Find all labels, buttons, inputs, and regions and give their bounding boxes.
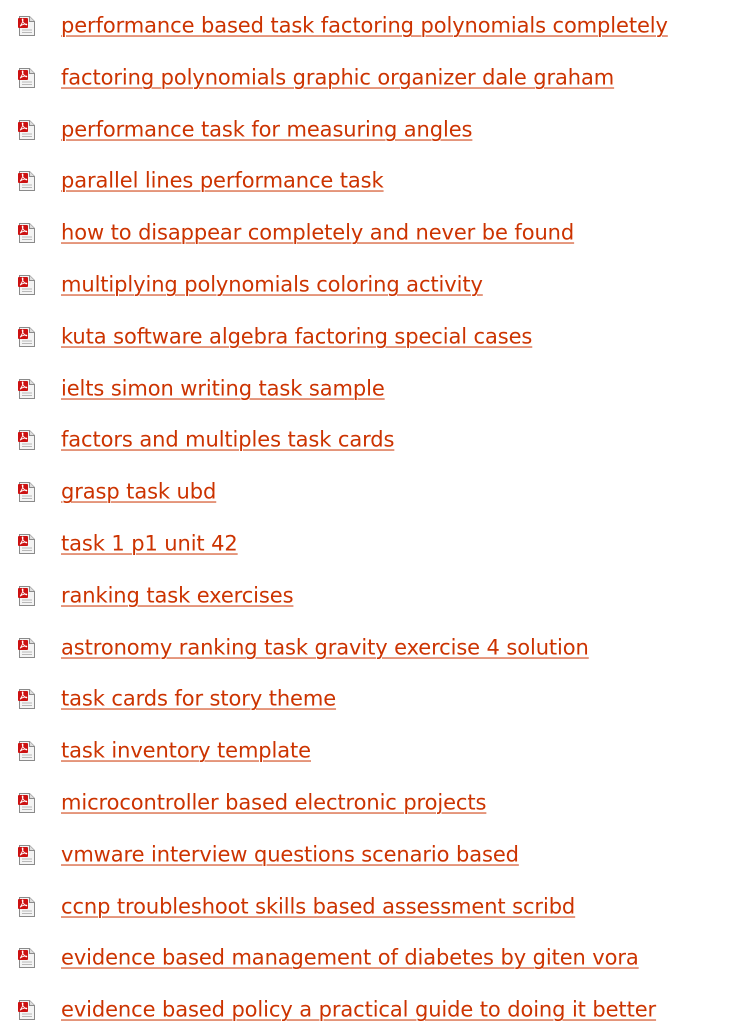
document-link[interactable]: ielts simon writing task sample (61, 376, 385, 400)
pdf-file-icon (18, 689, 35, 710)
pdf-file-icon (18, 741, 35, 762)
list-item: ranking task exercises (0, 576, 745, 616)
document-link[interactable]: vmware interview questions scenario base… (61, 842, 519, 866)
list-item: factors and multiples task cards (0, 420, 745, 460)
document-link[interactable]: multiplying polynomials coloring activit… (61, 273, 483, 297)
document-link[interactable]: ccnp troubleshoot skills based assessmen… (61, 894, 575, 918)
pdf-file-icon (18, 482, 35, 503)
document-link[interactable]: ranking task exercises (61, 583, 294, 607)
list-item: parallel lines performance task (0, 161, 745, 201)
list-item: evidence based management of diabetes by… (0, 938, 745, 978)
pdf-file-icon (18, 119, 35, 140)
pdf-file-icon (18, 793, 35, 813)
list-item: performance based task factoring polynom… (0, 6, 745, 46)
pdf-file-icon (18, 326, 35, 347)
pdf-file-icon (18, 67, 35, 88)
document-link[interactable]: grasp task ubd (61, 480, 216, 504)
pdf-file-icon (18, 896, 35, 917)
list-item: task cards for story theme (0, 679, 745, 719)
list-item: evidence based policy a practical guide … (0, 990, 745, 1030)
list-item: kuta software algebra factoring special … (0, 317, 745, 357)
list-item: grasp task ubd (0, 472, 745, 512)
document-link[interactable]: performance task for measuring angles (61, 117, 472, 141)
pdf-file-icon (18, 275, 35, 295)
list-item: vmware interview questions scenario base… (0, 835, 745, 875)
document-link[interactable]: performance based task factoring polynom… (61, 14, 668, 38)
document-link[interactable]: task 1 p1 unit 42 (61, 532, 238, 556)
pdf-file-icon (18, 534, 35, 554)
list-item: factoring polynomials graphic organizer … (0, 58, 745, 98)
document-link[interactable]: evidence based management of diabetes by… (61, 946, 639, 970)
list-item: ccnp troubleshoot skills based assessmen… (0, 887, 745, 927)
list-item: multiplying polynomials coloring activit… (0, 265, 745, 305)
document-link[interactable]: kuta software algebra factoring special … (61, 324, 532, 348)
list-item: astronomy ranking task gravity exercise … (0, 628, 745, 668)
pdf-file-icon (18, 378, 35, 399)
pdf-file-icon (18, 948, 35, 969)
list-item: ielts simon writing task sample (0, 369, 745, 409)
document-link[interactable]: parallel lines performance task (61, 169, 384, 193)
list-item: how to disappear completely and never be… (0, 213, 745, 253)
pdf-file-icon (18, 637, 35, 658)
pdf-file-icon (18, 844, 35, 865)
list-item: task 1 p1 unit 42 (0, 524, 745, 564)
document-link[interactable]: microcontroller based electronic project… (61, 791, 486, 815)
pdf-file-icon (18, 430, 35, 451)
document-link[interactable]: astronomy ranking task gravity exercise … (61, 635, 589, 659)
pdf-file-icon (18, 1000, 35, 1021)
list-item: microcontroller based electronic project… (0, 783, 745, 823)
pdf-file-icon (18, 16, 35, 36)
document-link[interactable]: how to disappear completely and never be… (61, 221, 574, 245)
document-link[interactable]: task cards for story theme (61, 687, 336, 711)
pdf-file-icon (18, 171, 35, 192)
pdf-file-icon (18, 585, 35, 606)
document-link[interactable]: evidence based policy a practical guide … (61, 998, 656, 1022)
document-link[interactable]: factors and multiples task cards (61, 428, 394, 452)
pdf-file-icon (18, 223, 35, 244)
document-link[interactable]: task inventory template (61, 739, 311, 763)
list-item: performance task for measuring angles (0, 110, 745, 150)
list-item: task inventory template (0, 731, 745, 771)
document-link[interactable]: factoring polynomials graphic organizer … (61, 65, 614, 89)
